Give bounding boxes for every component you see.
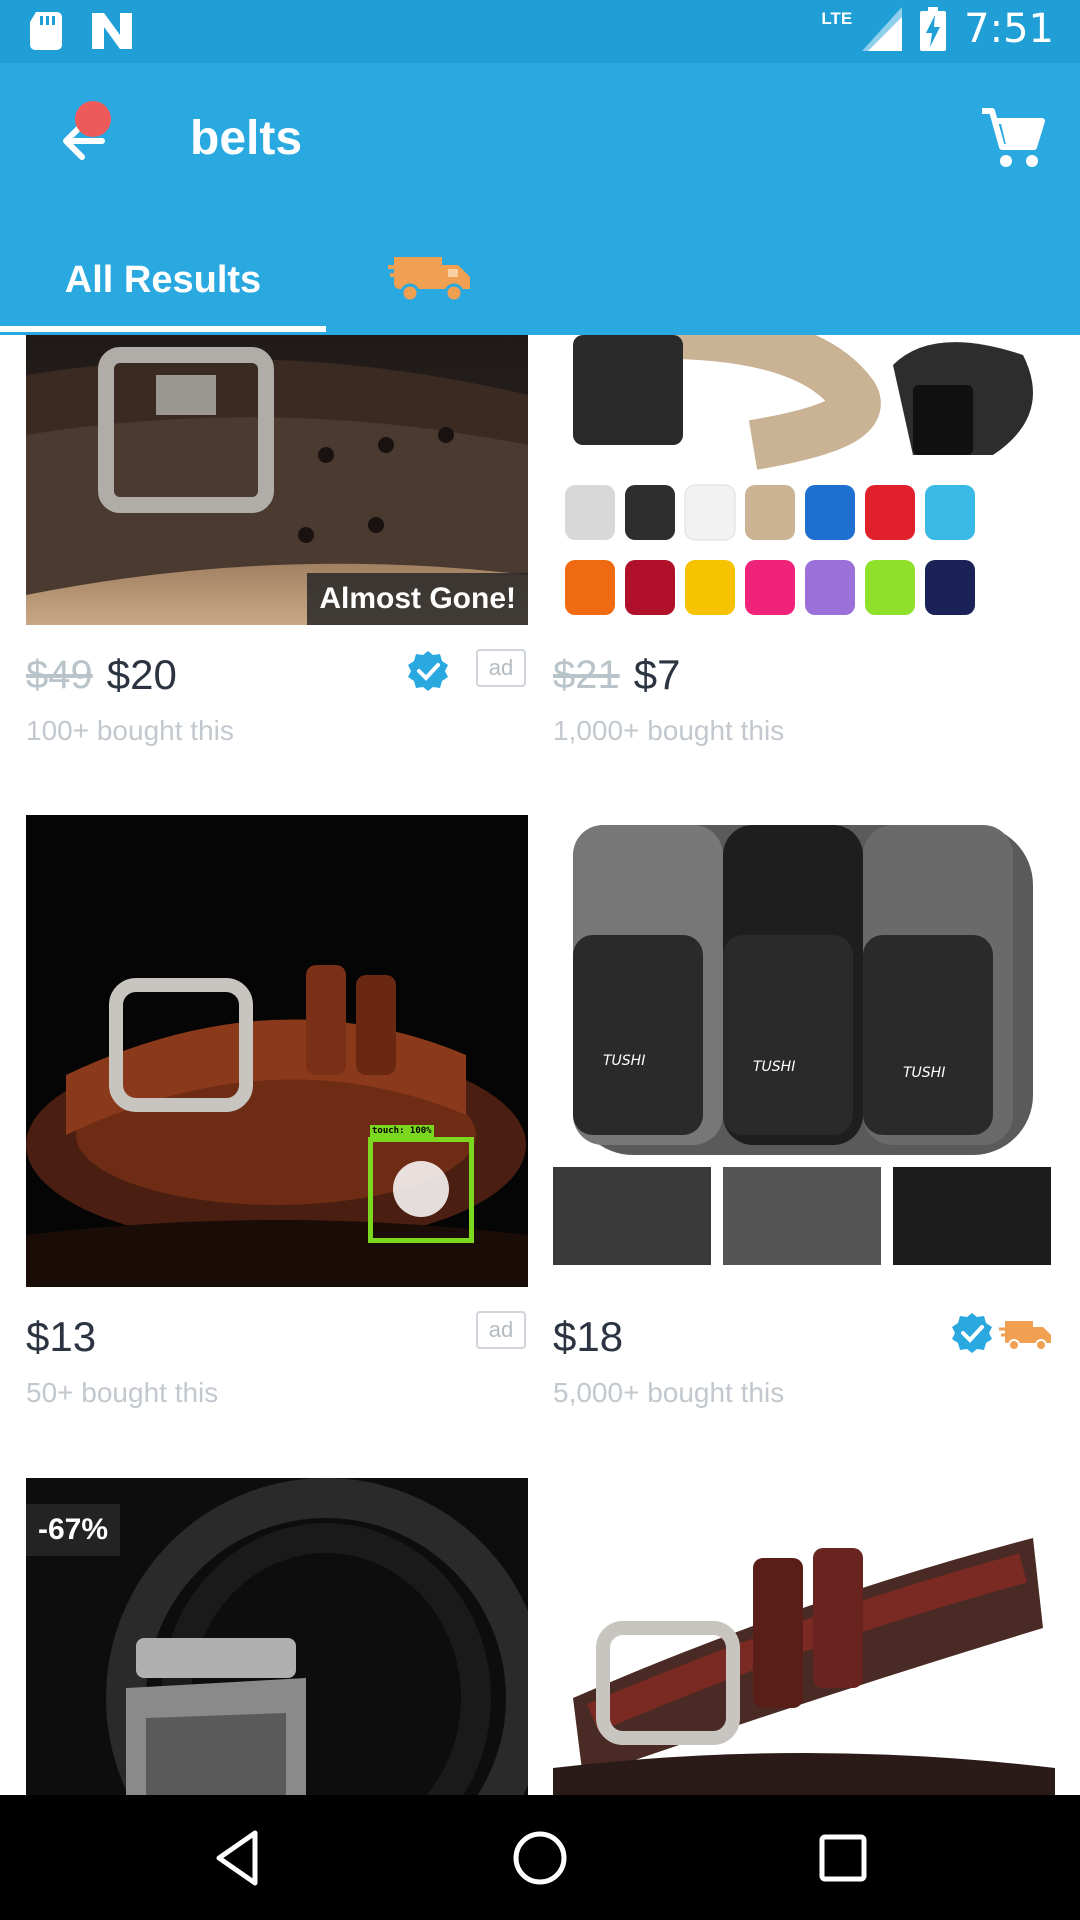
n-logo-icon: [92, 13, 132, 49]
status-left-icons: [30, 12, 132, 50]
brand-mark-3: TUSHI: [903, 1065, 945, 1081]
touch-indicator-dot: [393, 1161, 449, 1217]
bought-count: 50+ bought this: [26, 1377, 219, 1408]
status-time: 7:51: [964, 6, 1054, 52]
current-price: $13: [26, 1313, 97, 1360]
bought-count: 5,000+ bought this: [553, 1377, 785, 1408]
product-image[interactable]: [553, 1478, 1055, 1795]
product-image[interactable]: Almost Gone!: [26, 335, 528, 625]
bought-count: 1,000+ bought this: [553, 715, 785, 746]
touch-indicator-label: touch: 100%: [370, 1125, 434, 1137]
tab-all-results[interactable]: All Results: [0, 228, 326, 332]
current-price: $18: [553, 1313, 624, 1360]
tab-indicator: [0, 326, 326, 332]
notification-dot: [75, 101, 111, 137]
product-image[interactable]: touch: 100%: [26, 815, 528, 1287]
original-price: $21: [553, 652, 620, 697]
status-right-icons: LTE 7:51: [813, 6, 1054, 52]
product-image[interactable]: -67%: [26, 1478, 528, 1795]
shopping-cart-icon[interactable]: [978, 103, 1048, 173]
belt-image-carved: [553, 1538, 1055, 1795]
signal-icon: [862, 7, 903, 51]
back-nav-icon[interactable]: [205, 1825, 271, 1891]
belt-image-canvas: [565, 335, 1033, 615]
price-row: $49 $20: [26, 645, 528, 705]
current-price: $20: [106, 651, 177, 698]
fast-shipping-truck-icon[interactable]: [388, 243, 474, 305]
battery-charging-icon: [920, 7, 947, 51]
discount-badge: -67%: [26, 1504, 121, 1556]
ad-badge: ad: [476, 649, 526, 687]
bought-count: 100+ bought this: [26, 715, 234, 746]
status-bar: LTE 7:51: [0, 0, 1080, 63]
current-price: $7: [633, 651, 681, 698]
verified-icon: [952, 1313, 992, 1353]
ad-badge: ad: [476, 1311, 526, 1349]
almost-gone-badge: Almost Gone!: [307, 573, 528, 625]
page-title: belts: [190, 112, 303, 165]
sd-card-icon: [30, 12, 62, 50]
product-image[interactable]: [553, 335, 1055, 625]
app-bar: belts All Results: [0, 63, 1080, 335]
price-row: $13: [26, 1307, 528, 1367]
original-price: $49: [26, 652, 93, 697]
product-grid: Almost Gone! $49 $20 ad 100+ bought this: [0, 335, 1080, 1795]
price-row: $21 $7: [553, 645, 1055, 705]
home-nav-icon[interactable]: [507, 1825, 573, 1891]
recents-nav-icon[interactable]: [810, 1825, 876, 1891]
system-nav-bar: [0, 1795, 1080, 1920]
tab-all-results-label: All Results: [64, 258, 262, 301]
network-type: LTE: [821, 9, 853, 28]
verified-icon: [408, 651, 448, 691]
brand-mark-2: TUSHI: [753, 1059, 795, 1075]
belt-image-tactical: TUSHI TUSHI TUSHI: [553, 825, 1051, 1265]
brand-mark-1: TUSHI: [603, 1053, 645, 1069]
fast-shipping-truck-icon: [999, 1321, 1051, 1351]
product-image[interactable]: TUSHI TUSHI TUSHI: [553, 815, 1055, 1287]
